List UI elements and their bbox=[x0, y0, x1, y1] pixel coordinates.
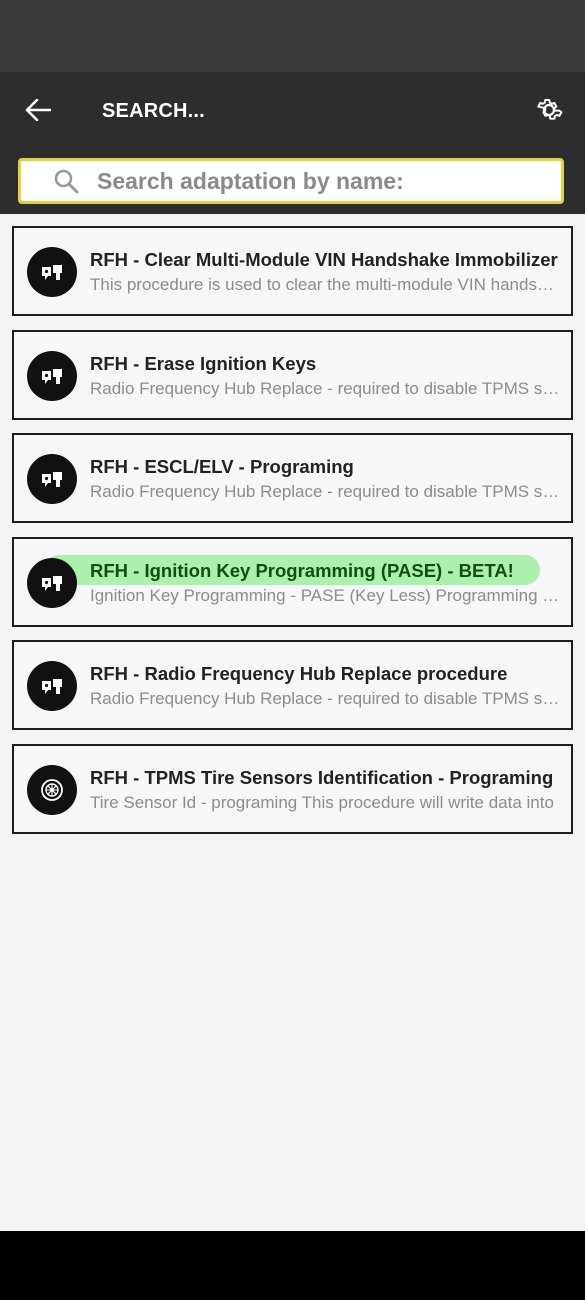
list-item[interactable]: RFH - Erase Ignition Keys Radio Frequenc… bbox=[12, 329, 573, 420]
adaptation-list: RFH - Clear Multi-Module VIN Handshake I… bbox=[12, 226, 573, 848]
item-subtitle: Radio Frequency Hub Replace - required t… bbox=[90, 482, 561, 502]
tire-icon bbox=[27, 764, 77, 815]
search-icon bbox=[51, 166, 81, 196]
list-item-highlighted[interactable]: RFH - Ignition Key Programming (PASE) - … bbox=[12, 536, 573, 627]
item-subtitle: Radio Frequency Hub Replace - required t… bbox=[90, 378, 561, 398]
item-title: RFH - Ignition Key Programming (PASE) - … bbox=[90, 559, 514, 581]
item-subtitle: Ignition Key Programming - PASE (Key Les… bbox=[90, 585, 561, 605]
item-title: RFH - Clear Multi-Module VIN Handshake I… bbox=[90, 249, 558, 270]
gear-icon bbox=[537, 99, 563, 120]
item-title: RFH - Radio Frequency Hub Replace proced… bbox=[90, 663, 508, 685]
back-button[interactable] bbox=[20, 92, 56, 128]
item-title: RFH - TPMS Tire Sensors Identification -… bbox=[90, 766, 554, 788]
key-fob-icon bbox=[27, 247, 77, 297]
list-item[interactable]: RFH - TPMS Tire Sensors Identification -… bbox=[12, 743, 573, 834]
item-subtitle: Tire Sensor Id - programing This procedu… bbox=[90, 792, 554, 812]
item-title: RFH - Erase Ignition Keys bbox=[90, 352, 317, 374]
page-title: SEARCH... bbox=[102, 100, 205, 122]
status-bar bbox=[0, 0, 585, 72]
list-item[interactable]: RFH - ESCL/ELV - Programing Radio Freque… bbox=[12, 433, 573, 524]
system-nav-bar bbox=[0, 1231, 585, 1300]
search-box bbox=[18, 158, 564, 204]
list-item[interactable]: RFH - Clear Multi-Module VIN Handshake I… bbox=[12, 226, 573, 316]
item-subtitle: This procedure is used to clear the mult… bbox=[90, 275, 561, 294]
list-item[interactable]: RFH - Radio Frequency Hub Replace proced… bbox=[12, 640, 573, 731]
key-fob-icon bbox=[27, 350, 77, 401]
search-input[interactable] bbox=[97, 167, 537, 195]
item-subtitle: Radio Frequency Hub Replace - required t… bbox=[90, 689, 561, 709]
settings-button[interactable] bbox=[529, 90, 569, 130]
arrow-left-icon bbox=[25, 99, 51, 121]
key-fob-icon bbox=[27, 661, 77, 712]
key-fob-icon bbox=[27, 557, 77, 608]
item-title: RFH - ESCL/ELV - Programing bbox=[90, 456, 354, 478]
key-fob-icon bbox=[27, 454, 77, 505]
app-bar: SEARCH... bbox=[0, 72, 585, 214]
